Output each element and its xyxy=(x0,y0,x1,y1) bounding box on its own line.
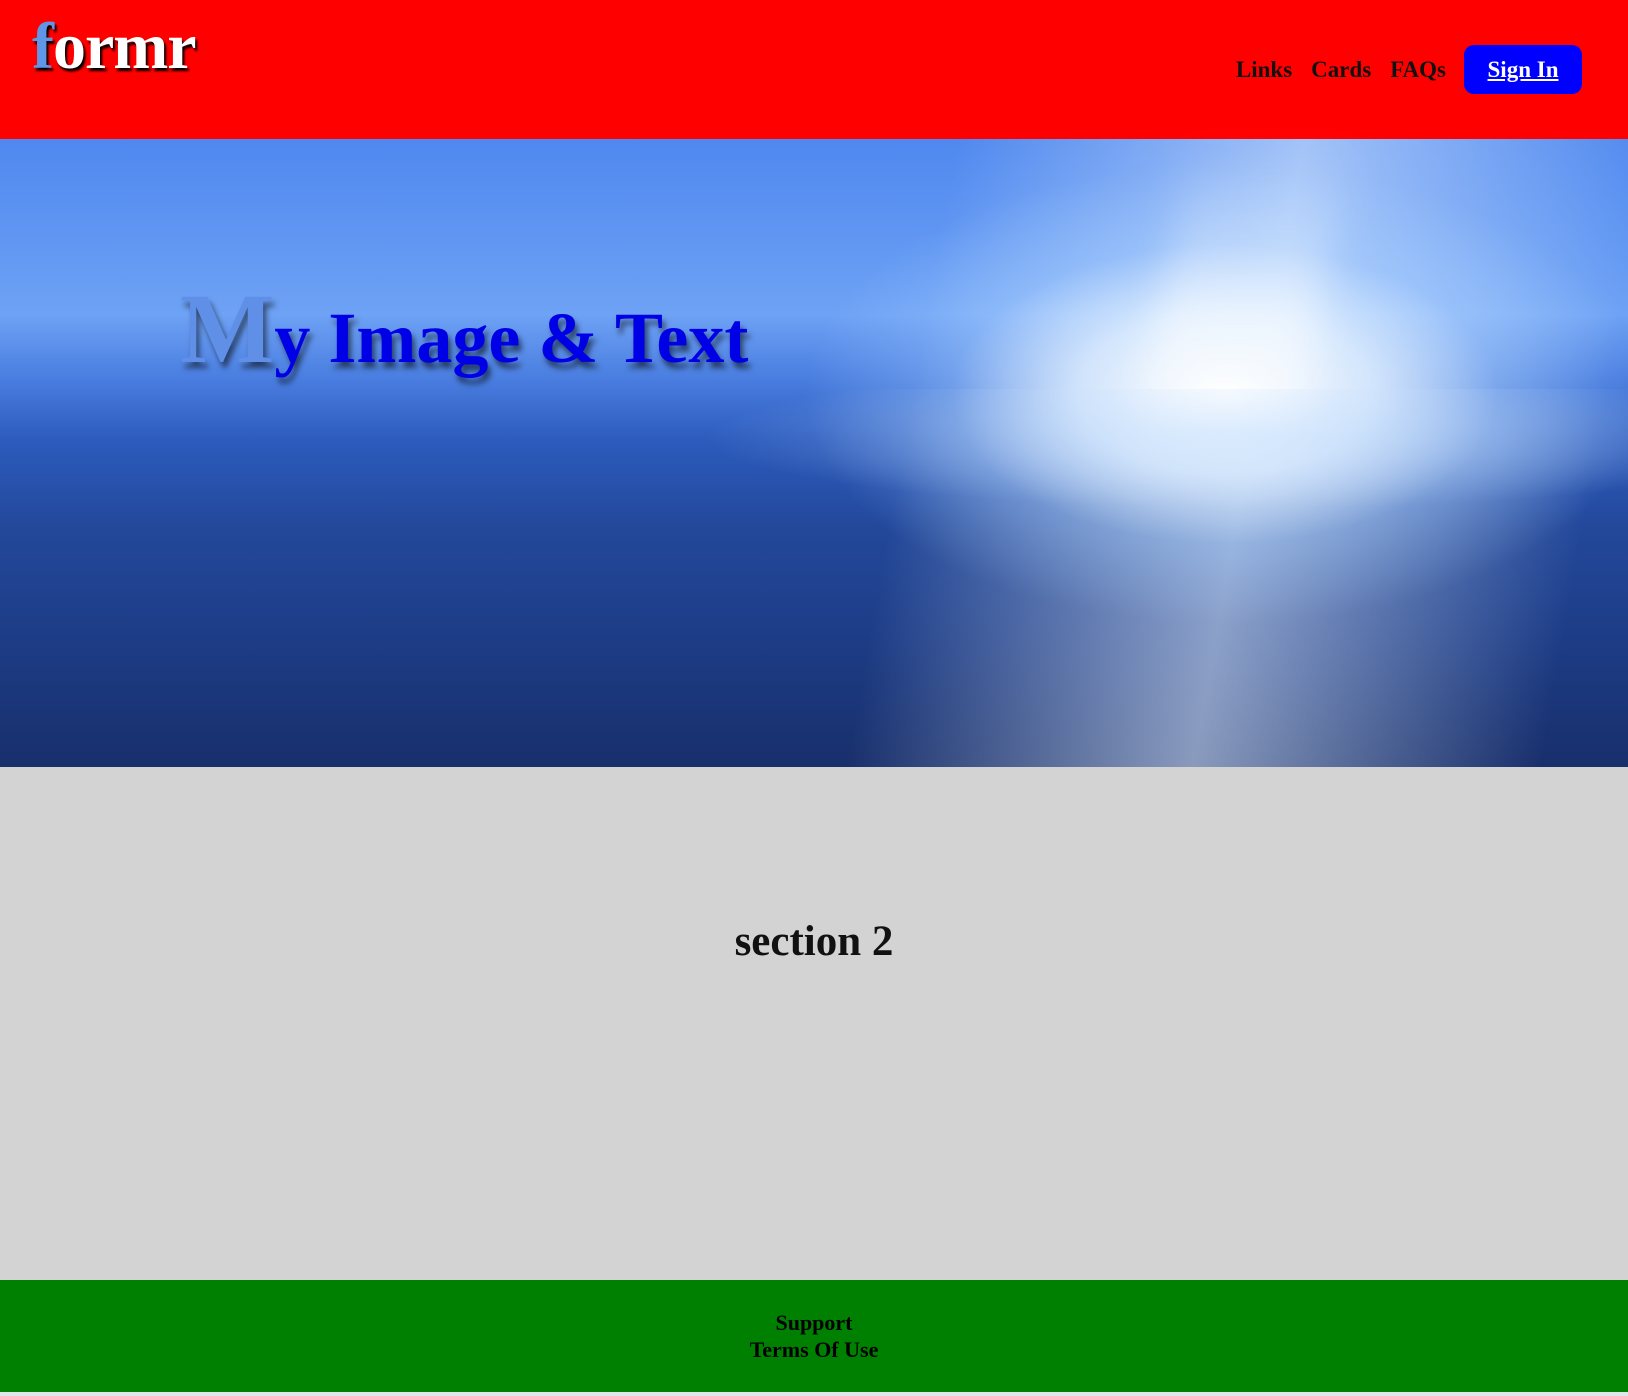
logo[interactable]: formr xyxy=(32,14,197,80)
logo-first-letter: f xyxy=(32,10,54,83)
top-navbar: formr Links Cards FAQs Sign In xyxy=(0,0,1628,139)
footer: Support Terms Of Use xyxy=(0,1280,1628,1392)
hero-title: My Image & Text xyxy=(180,271,748,386)
hero-title-initial: M xyxy=(180,273,275,384)
footer-links: Support Terms Of Use xyxy=(0,1309,1628,1363)
section-2-title: section 2 xyxy=(734,918,894,965)
hero-title-rest: y Image & Text xyxy=(274,298,749,378)
nav-link-cards[interactable]: Cards xyxy=(1311,57,1371,83)
page: formr Links Cards FAQs Sign In My Image … xyxy=(0,0,1628,1396)
nav-link-links[interactable]: Links xyxy=(1236,57,1292,83)
footer-link-terms-of-use[interactable]: Terms Of Use xyxy=(0,1336,1628,1363)
logo-text: ormr xyxy=(52,10,197,83)
hero-banner: My Image & Text xyxy=(0,139,1628,767)
footer-link-support[interactable]: Support xyxy=(0,1309,1628,1336)
sign-in-button[interactable]: Sign In xyxy=(1464,45,1582,94)
nav-link-faqs[interactable]: FAQs xyxy=(1390,57,1446,83)
nav-menu: Links Cards FAQs Sign In xyxy=(1236,0,1628,139)
hero-horizon-haze xyxy=(700,389,1628,509)
section-2: section 2 xyxy=(0,767,1628,1280)
